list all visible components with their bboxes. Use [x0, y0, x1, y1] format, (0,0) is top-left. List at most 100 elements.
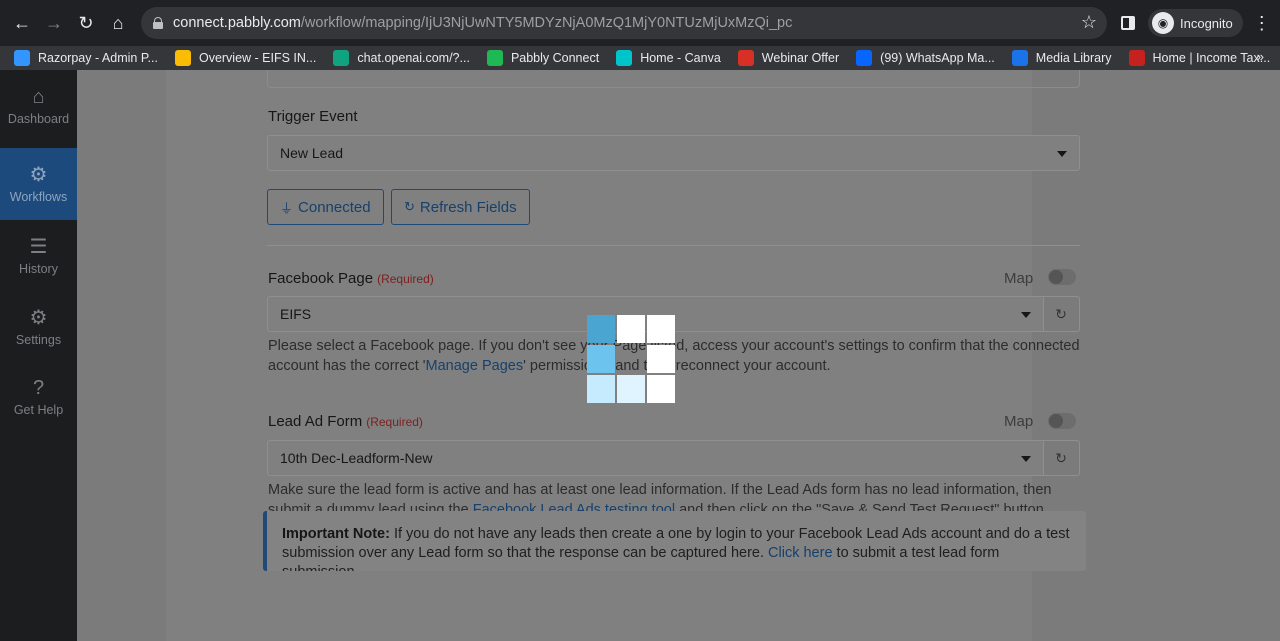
home-icon: ⌂	[32, 86, 45, 108]
bookmark-label: Overview - EIFS IN...	[198, 51, 317, 65]
bookmark-label: Home - Canva	[640, 51, 721, 65]
bookmark-item[interactable]: Home | Income Tax...	[1128, 50, 1271, 66]
bookmark-label: Home | Income Tax...	[1152, 51, 1271, 65]
chevron-down-icon	[1057, 151, 1067, 157]
meta-icon	[856, 50, 873, 66]
trigger-event-select[interactable]: New Lead	[267, 135, 1080, 171]
bookmark-label: Pabbly Connect	[510, 51, 600, 65]
manage-pages-link[interactable]: Manage Pages	[426, 358, 524, 374]
help-text-end: ' permissions, and then reconnect your a…	[523, 358, 831, 374]
sidebar-item-label: Workflows	[9, 190, 68, 204]
address-bar[interactable]: connect.pabbly.com/workflow/mapping/IjU3…	[141, 7, 1107, 39]
bookmark-item[interactable]: Pabbly Connect	[486, 50, 600, 66]
bookmark-item[interactable]: chat.openai.com/?...	[333, 50, 470, 66]
bookmark-item[interactable]: Media Library	[1011, 50, 1112, 66]
sidebar-item-get-help[interactable]: ? Get Help	[0, 361, 77, 433]
loader-cell	[587, 315, 615, 343]
previous-field-edge	[267, 70, 1080, 88]
loader-cell	[647, 315, 675, 343]
facebook-page-refresh-button[interactable]: ↻	[1043, 296, 1080, 332]
loader-cell	[647, 375, 675, 403]
sidebar-item-label: Dashboard	[7, 112, 70, 126]
bookmark-item[interactable]: Razorpay - Admin P...	[14, 50, 158, 66]
sidebar-item-workflows[interactable]: ⚙ Workflows	[0, 148, 77, 220]
url-text: connect.pabbly.com/workflow/mapping/IjU3…	[173, 15, 792, 31]
click-here-link[interactable]: Click here	[768, 545, 832, 561]
loader-cell	[647, 345, 675, 373]
reload-icon: ↻	[78, 12, 94, 33]
bookmark-label: Razorpay - Admin P...	[38, 51, 158, 65]
refresh-fields-label: Refresh Fields	[419, 198, 517, 216]
lead-form-refresh-button[interactable]: ↻	[1043, 440, 1080, 476]
razorpay-icon	[14, 50, 30, 66]
sidebar-item-label: History	[19, 262, 58, 276]
gear-icon: ⚙	[29, 307, 48, 329]
bookmark-label: (99) WhatsApp Ma...	[880, 51, 995, 65]
openai-icon	[333, 50, 350, 66]
facebook-page-map-toggle[interactable]	[1048, 269, 1076, 285]
sidebar-item-label: Get Help	[13, 403, 64, 417]
refresh-fields-button[interactable]: ↻ Refresh Fields	[391, 189, 530, 225]
lead-ad-form-label: Lead Ad Form (Required)	[268, 413, 423, 430]
lead-ad-form-select[interactable]: 10th Dec-Leadform-New	[267, 440, 1044, 476]
url-path: /workflow/mapping/IjU3NjUwNTY5MDYzNjA0Mz…	[300, 15, 793, 31]
plug-icon: ⏚	[280, 200, 294, 216]
refresh-icon: ↻	[1055, 449, 1067, 466]
sidebar: ⌂ Dashboard ⚙ Workflows ☰ History ⚙ Settings? Ge…	[0, 70, 77, 641]
pabbly-icon	[486, 50, 503, 66]
income-tax-icon	[1128, 50, 1145, 66]
bookmark-item[interactable]: Webinar Offer	[737, 50, 840, 66]
loader-cell	[587, 345, 615, 373]
profile-label: Incognito	[1180, 15, 1233, 31]
bookmark-item[interactable]: (99) WhatsApp Ma...	[856, 50, 995, 66]
connected-button[interactable]: ⏚ Connected	[267, 189, 384, 225]
bookmark-label: Media Library	[1035, 51, 1112, 65]
required-badge: (Required)	[377, 272, 434, 286]
home-button[interactable]: ⌂	[102, 7, 134, 39]
help-icon: ?	[32, 377, 45, 399]
incognito-icon: ◉	[1152, 12, 1174, 34]
history-icon: ☰	[29, 236, 48, 258]
loader-cell	[617, 315, 645, 343]
side-panel-button[interactable]	[1114, 0, 1142, 46]
bookmark-item[interactable]: Home - Canva	[616, 50, 721, 66]
lead-form-map-toggle[interactable]	[1048, 413, 1076, 429]
loading-spinner	[587, 315, 676, 404]
sidebar-item-label: Settings	[15, 333, 62, 347]
refresh-icon: ↻	[1055, 305, 1067, 322]
reload-button[interactable]: ↻	[70, 7, 102, 39]
forward-button[interactable]: →	[38, 7, 70, 39]
chevron-down-icon	[1021, 312, 1031, 318]
more-menu-icon[interactable]: ⋮	[1253, 13, 1271, 34]
arrow-left-icon: ←	[13, 12, 31, 33]
profile-button[interactable]: ◉ Incognito	[1148, 9, 1243, 37]
refresh-icon: ↻	[404, 199, 415, 214]
google-ads-icon	[174, 50, 191, 66]
sidebar-item-settings[interactable]: ⚙ Settings	[0, 291, 77, 363]
bookmark-item[interactable]: Overview - EIFS IN...	[174, 50, 317, 66]
url-host: connect.pabbly.com	[173, 15, 301, 31]
bookmark-star-icon[interactable]: ☆	[1081, 12, 1097, 33]
section-divider	[267, 245, 1080, 246]
bookmark-label: Webinar Offer	[761, 51, 840, 65]
canva-icon	[616, 50, 633, 66]
workflows-icon: ⚙	[29, 164, 48, 186]
facebook-page-value: EIFS	[280, 306, 312, 322]
back-button[interactable]: ←	[6, 7, 38, 39]
browser-toolbar: ← → ↻ ⌂ connect.pabbly.com/workflow/mapp…	[0, 0, 1280, 46]
lock-icon	[153, 17, 163, 29]
facebook-page-label-text: Facebook Page	[268, 270, 374, 287]
sidebar-item-history[interactable]: ☰ History	[0, 220, 77, 292]
sidebar-item-dashboard[interactable]: ⌂ Dashboard	[0, 70, 77, 142]
info-icon	[1011, 50, 1028, 66]
connected-label: Connected	[298, 198, 371, 216]
trigger-event-value: New Lead	[280, 145, 344, 161]
more-bookmarks-button[interactable]: »	[1257, 49, 1264, 64]
required-badge: (Required)	[366, 415, 423, 429]
lead-ad-form-value: 10th Dec-Leadform-New	[280, 450, 433, 466]
facebook-page-map-label: Map	[1004, 270, 1034, 287]
home-icon: ⌂	[112, 12, 124, 33]
loader-cell	[617, 375, 645, 403]
webinar-icon	[737, 50, 754, 66]
trigger-event-label: Trigger Event	[268, 108, 358, 125]
